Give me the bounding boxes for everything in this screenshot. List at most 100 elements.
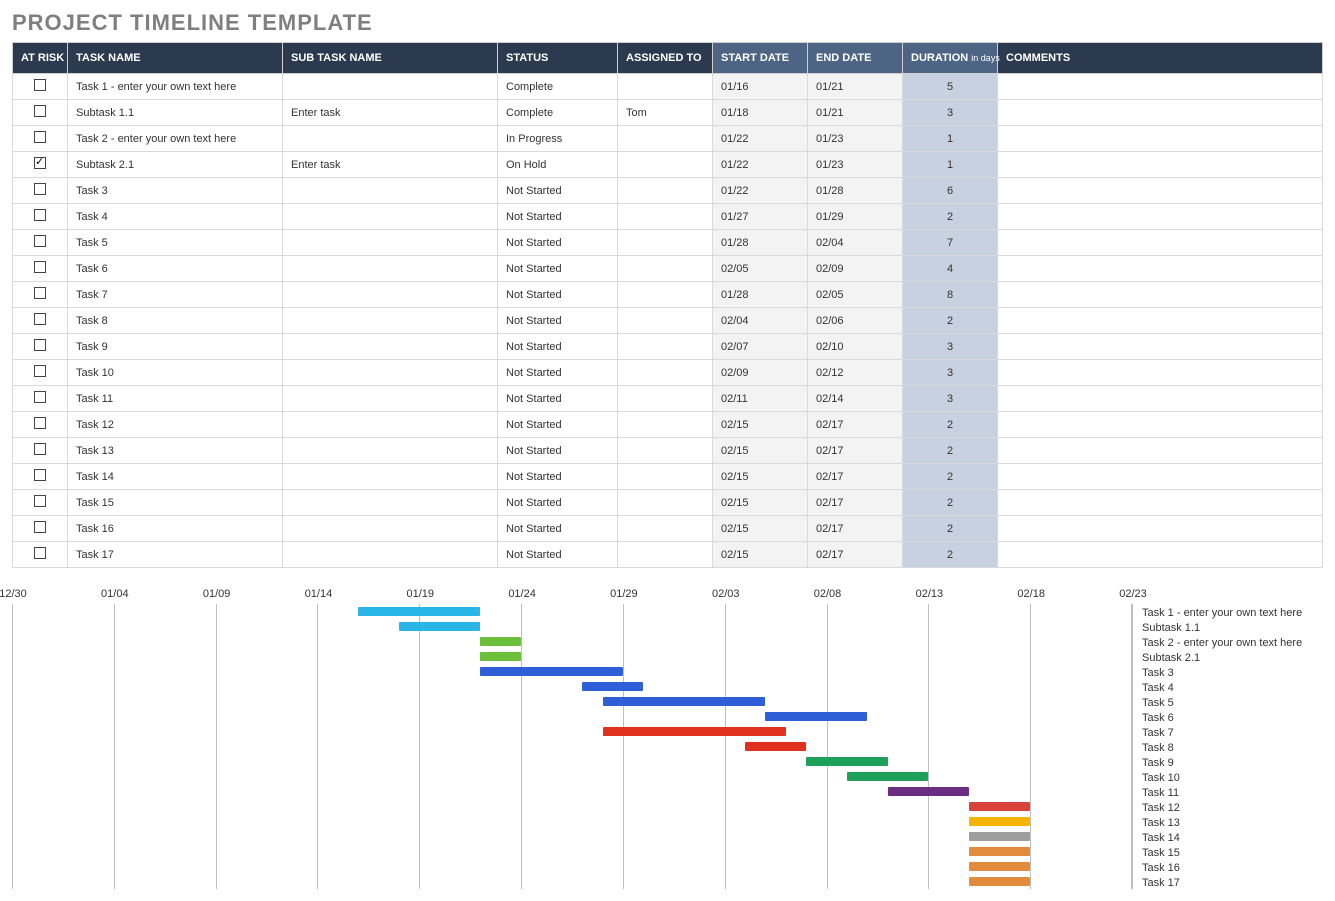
cell-task[interactable]: Task 3	[68, 178, 283, 204]
cell-sub[interactable]	[283, 438, 498, 464]
cell-sub[interactable]	[283, 464, 498, 490]
cell-start[interactable]: 02/04	[713, 308, 808, 334]
cell-start[interactable]: 02/15	[713, 490, 808, 516]
cell-duration[interactable]: 6	[903, 178, 998, 204]
cell-duration[interactable]: 2	[903, 412, 998, 438]
cell-assigned[interactable]: Tom	[618, 100, 713, 126]
cell-sub[interactable]	[283, 230, 498, 256]
cell-status[interactable]: Not Started	[498, 308, 618, 334]
cell-status[interactable]: Not Started	[498, 360, 618, 386]
cell-assigned[interactable]	[618, 282, 713, 308]
cell-task[interactable]: Task 13	[68, 438, 283, 464]
cell-status[interactable]: Not Started	[498, 464, 618, 490]
risk-checkbox[interactable]	[34, 339, 46, 351]
cell-sub[interactable]	[283, 74, 498, 100]
cell-assigned[interactable]	[618, 542, 713, 568]
cell-duration[interactable]: 8	[903, 282, 998, 308]
cell-assigned[interactable]	[618, 74, 713, 100]
cell-start[interactable]: 02/15	[713, 438, 808, 464]
risk-checkbox[interactable]	[34, 443, 46, 455]
cell-comments[interactable]	[998, 334, 1323, 360]
cell-start[interactable]: 01/22	[713, 152, 808, 178]
cell-task[interactable]: Task 14	[68, 464, 283, 490]
cell-duration[interactable]: 1	[903, 126, 998, 152]
cell-status[interactable]: Complete	[498, 74, 618, 100]
cell-comments[interactable]	[998, 438, 1323, 464]
cell-duration[interactable]: 2	[903, 490, 998, 516]
cell-duration[interactable]: 2	[903, 204, 998, 230]
cell-task[interactable]: Task 16	[68, 516, 283, 542]
cell-status[interactable]: Not Started	[498, 438, 618, 464]
cell-end[interactable]: 02/17	[808, 490, 903, 516]
risk-checkbox[interactable]	[34, 131, 46, 143]
cell-end[interactable]: 02/09	[808, 256, 903, 282]
cell-comments[interactable]	[998, 74, 1323, 100]
cell-sub[interactable]	[283, 204, 498, 230]
risk-checkbox[interactable]	[34, 261, 46, 273]
cell-end[interactable]: 02/06	[808, 308, 903, 334]
cell-assigned[interactable]	[618, 204, 713, 230]
cell-start[interactable]: 01/28	[713, 230, 808, 256]
cell-start[interactable]: 01/27	[713, 204, 808, 230]
cell-comments[interactable]	[998, 308, 1323, 334]
cell-task[interactable]: Task 11	[68, 386, 283, 412]
cell-duration[interactable]: 3	[903, 386, 998, 412]
cell-status[interactable]: Not Started	[498, 412, 618, 438]
cell-start[interactable]: 01/18	[713, 100, 808, 126]
cell-comments[interactable]	[998, 360, 1323, 386]
cell-sub[interactable]	[283, 516, 498, 542]
cell-assigned[interactable]	[618, 178, 713, 204]
cell-status[interactable]: Not Started	[498, 204, 618, 230]
risk-checkbox[interactable]	[34, 157, 46, 169]
cell-comments[interactable]	[998, 386, 1323, 412]
cell-duration[interactable]: 2	[903, 542, 998, 568]
cell-status[interactable]: In Progress	[498, 126, 618, 152]
cell-task[interactable]: Task 17	[68, 542, 283, 568]
cell-duration[interactable]: 2	[903, 308, 998, 334]
risk-checkbox[interactable]	[34, 287, 46, 299]
cell-sub[interactable]	[283, 256, 498, 282]
cell-assigned[interactable]	[618, 256, 713, 282]
cell-comments[interactable]	[998, 542, 1323, 568]
cell-comments[interactable]	[998, 516, 1323, 542]
cell-assigned[interactable]	[618, 490, 713, 516]
cell-start[interactable]: 02/15	[713, 516, 808, 542]
risk-checkbox[interactable]	[34, 235, 46, 247]
cell-status[interactable]: On Hold	[498, 152, 618, 178]
cell-duration[interactable]: 3	[903, 360, 998, 386]
cell-comments[interactable]	[998, 204, 1323, 230]
cell-status[interactable]: Not Started	[498, 256, 618, 282]
cell-assigned[interactable]	[618, 152, 713, 178]
cell-comments[interactable]	[998, 100, 1323, 126]
cell-comments[interactable]	[998, 490, 1323, 516]
cell-duration[interactable]: 2	[903, 464, 998, 490]
cell-start[interactable]: 02/15	[713, 412, 808, 438]
cell-duration[interactable]: 4	[903, 256, 998, 282]
cell-comments[interactable]	[998, 126, 1323, 152]
cell-end[interactable]: 02/17	[808, 516, 903, 542]
cell-status[interactable]: Not Started	[498, 516, 618, 542]
cell-sub[interactable]: Enter task	[283, 100, 498, 126]
risk-checkbox[interactable]	[34, 547, 46, 559]
risk-checkbox[interactable]	[34, 313, 46, 325]
cell-task[interactable]: Task 15	[68, 490, 283, 516]
cell-start[interactable]: 02/05	[713, 256, 808, 282]
cell-end[interactable]: 02/14	[808, 386, 903, 412]
cell-start[interactable]: 02/15	[713, 542, 808, 568]
cell-status[interactable]: Not Started	[498, 334, 618, 360]
cell-task[interactable]: Task 8	[68, 308, 283, 334]
cell-comments[interactable]	[998, 282, 1323, 308]
cell-end[interactable]: 01/21	[808, 74, 903, 100]
risk-checkbox[interactable]	[34, 183, 46, 195]
cell-status[interactable]: Complete	[498, 100, 618, 126]
cell-end[interactable]: 02/17	[808, 542, 903, 568]
cell-sub[interactable]	[283, 542, 498, 568]
cell-sub[interactable]	[283, 360, 498, 386]
cell-start[interactable]: 01/22	[713, 126, 808, 152]
cell-start[interactable]: 01/16	[713, 74, 808, 100]
cell-task[interactable]: Task 12	[68, 412, 283, 438]
cell-sub[interactable]: Enter task	[283, 152, 498, 178]
cell-end[interactable]: 02/17	[808, 464, 903, 490]
risk-checkbox[interactable]	[34, 469, 46, 481]
cell-duration[interactable]: 1	[903, 152, 998, 178]
